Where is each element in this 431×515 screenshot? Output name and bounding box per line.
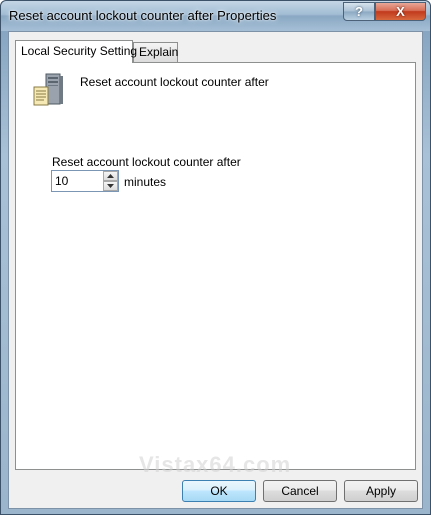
properties-dialog: Reset account lockout counter after Prop…: [0, 0, 431, 515]
apply-button[interactable]: Apply: [344, 480, 418, 502]
help-icon: ?: [355, 4, 363, 19]
window-title: Reset account lockout counter after Prop…: [9, 8, 277, 23]
tab-local-security-setting[interactable]: Local Security Setting: [15, 40, 137, 63]
spin-up-button[interactable]: [103, 171, 118, 181]
server-icon: [33, 73, 63, 106]
policy-title: Reset account lockout counter after: [80, 75, 269, 89]
tab-panel: Reset account lockout counter after Rese…: [15, 62, 416, 470]
spin-down-button[interactable]: [103, 181, 118, 191]
close-icon: X: [396, 4, 405, 19]
tab-explain[interactable]: Explain: [133, 42, 178, 62]
cancel-button[interactable]: Cancel: [263, 480, 337, 502]
ok-button[interactable]: OK: [182, 480, 256, 502]
watermark: Vistax64.com: [139, 452, 292, 477]
help-button[interactable]: ?: [343, 2, 375, 21]
dialog-body: Local Security Setting Explain Reset acc…: [8, 31, 423, 509]
chevron-down-icon: [107, 184, 114, 188]
minutes-input[interactable]: [52, 171, 102, 191]
title-bar[interactable]: Reset account lockout counter after Prop…: [1, 1, 430, 31]
close-button[interactable]: X: [375, 2, 426, 21]
unit-label: minutes: [124, 175, 167, 189]
lockout-counter-label: Reset account lockout counter after: [52, 155, 241, 169]
minutes-spinbox: [51, 170, 119, 192]
chevron-up-icon: [107, 174, 114, 178]
